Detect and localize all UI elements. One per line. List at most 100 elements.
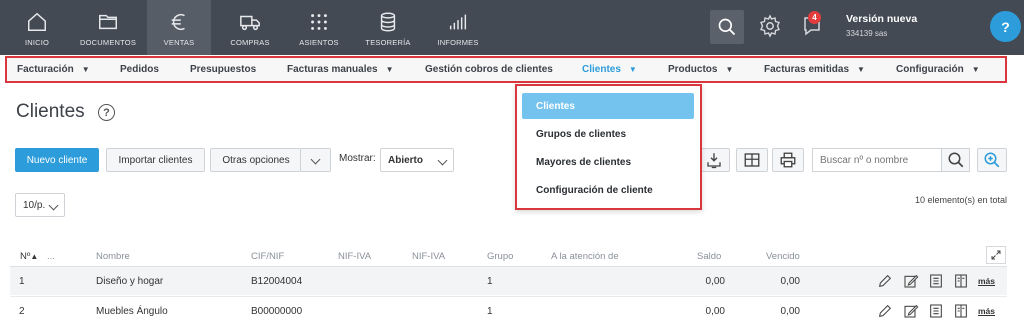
- cell-no: 2: [19, 306, 25, 317]
- topnav-label: TESORERÍA: [365, 38, 411, 47]
- topnav-documentos[interactable]: DOCUMENTOS: [73, 0, 143, 55]
- folder-icon: [99, 14, 117, 30]
- table-row[interactable]: 2 Muebles Ángulo B00000000 1 0,00 0,00 m…: [10, 296, 1007, 324]
- col-header-grupo[interactable]: Grupo: [487, 251, 513, 262]
- ledger-icon[interactable]: [953, 303, 969, 319]
- subnav-label: Configuración: [896, 64, 964, 75]
- grid-dots-icon: [311, 14, 327, 30]
- subnav-facturas-manuales[interactable]: Facturas manuales ▼: [287, 58, 394, 81]
- menu-item-clientes[interactable]: Clientes: [522, 93, 694, 119]
- coins-stack-icon: [380, 12, 396, 32]
- col-header-vencido[interactable]: Vencido: [766, 251, 800, 262]
- table-row[interactable]: 1 Diseño y hogar B12004004 1 0,00 0,00 m…: [10, 267, 1007, 295]
- cell-nombre: Muebles Ángulo: [96, 306, 168, 317]
- subnav-label: Productos: [668, 64, 718, 75]
- clientes-dropdown-menu: Clientes Grupos de clientes Mayores de c…: [515, 84, 702, 210]
- document-list-icon[interactable]: [928, 303, 944, 319]
- col-header-atencion[interactable]: A la atención de: [551, 251, 619, 262]
- subnav-presupuestos[interactable]: Presupuestos: [190, 58, 256, 81]
- topnav-ventas[interactable]: VENTAS: [147, 0, 211, 55]
- col-header-nombre[interactable]: Nombre: [96, 251, 130, 262]
- subnav-label: Presupuestos: [190, 64, 257, 75]
- subnav-label: Facturas emitidas: [764, 64, 850, 75]
- chevron-down-icon: [310, 154, 321, 165]
- edit-pencil-icon[interactable]: [877, 273, 893, 289]
- truck-icon: [240, 15, 260, 31]
- col-header-cif[interactable]: CIF/NIF: [251, 251, 284, 262]
- col-header-no[interactable]: Nº▲: [20, 251, 38, 262]
- topnav-label: INFORMES: [437, 38, 479, 47]
- subnav-productos[interactable]: Productos ▼: [668, 58, 733, 81]
- client-search-button[interactable]: [941, 148, 970, 172]
- col-header-dots: ...: [47, 251, 55, 262]
- subnav-label: Pedidos: [120, 64, 159, 75]
- caret-down-icon: ▼: [857, 65, 865, 74]
- col-header-saldo[interactable]: Saldo: [697, 251, 721, 262]
- subnav-label: Gestión cobros de clientes: [425, 64, 553, 75]
- subnav-configuracion[interactable]: Configuración ▼: [896, 58, 980, 81]
- export-download-icon: [707, 153, 721, 169]
- import-clients-button[interactable]: Importar clientes: [106, 148, 205, 172]
- notification-badge: 4: [808, 11, 821, 24]
- other-options-button[interactable]: Otras opciones: [210, 148, 301, 172]
- cell-nombre: Diseño y hogar: [96, 276, 164, 287]
- gear-icon[interactable]: [758, 14, 782, 38]
- client-search-input[interactable]: [812, 148, 942, 172]
- menu-item-configuracion-cliente[interactable]: Configuración de cliente: [522, 177, 694, 203]
- page-title: Clientes: [16, 101, 85, 122]
- zoom-in-icon: [984, 152, 1000, 168]
- cell-grupo: 1: [487, 276, 493, 287]
- edit-pencil-icon[interactable]: [877, 303, 893, 319]
- per-page-select[interactable]: 10/p.: [15, 193, 65, 217]
- topnav-informes[interactable]: INFORMES: [433, 0, 483, 55]
- help-question-icon[interactable]: ?: [98, 104, 115, 121]
- print-icon: [780, 152, 796, 168]
- ledger-icon[interactable]: [953, 273, 969, 289]
- subnav-gestion-cobros[interactable]: Gestión cobros de clientes: [425, 58, 553, 81]
- advanced-search-button[interactable]: [977, 148, 1007, 172]
- topnav-inicio[interactable]: INICIO: [14, 0, 60, 55]
- expand-table-button[interactable]: [986, 246, 1006, 264]
- topnav-asientos[interactable]: ASIENTOS: [293, 0, 345, 55]
- cell-saldo: 0,00: [705, 276, 725, 287]
- more-link[interactable]: más: [978, 276, 995, 286]
- export-button[interactable]: [698, 148, 730, 172]
- col-header-nifiva-2[interactable]: NIF-IVA: [412, 251, 445, 262]
- subnav-label: Facturas manuales: [287, 64, 378, 75]
- version-link[interactable]: Versión nueva: [846, 13, 917, 25]
- other-options-toggle[interactable]: [300, 148, 331, 172]
- topnav-label: ASIENTOS: [299, 38, 339, 47]
- menu-item-grupos-clientes[interactable]: Grupos de clientes: [522, 121, 694, 147]
- edit-document-icon[interactable]: [903, 273, 919, 289]
- caret-down-icon: ▼: [628, 65, 637, 74]
- chevron-down-icon: [48, 200, 59, 211]
- company-id: 334139 sas: [846, 29, 888, 38]
- new-client-button[interactable]: Nuevo cliente: [15, 148, 99, 172]
- show-filter-select[interactable]: Abierto: [380, 148, 454, 172]
- subnav-pedidos[interactable]: Pedidos: [120, 58, 159, 81]
- global-search-button[interactable]: [710, 10, 744, 44]
- col-header-nifiva[interactable]: NIF-IVA: [338, 251, 371, 262]
- bar-chart-icon: [449, 14, 467, 30]
- edit-document-icon[interactable]: [903, 303, 919, 319]
- more-link[interactable]: más: [978, 306, 995, 316]
- print-button[interactable]: [772, 148, 804, 172]
- subnav-clientes[interactable]: Clientes ▼: [582, 58, 637, 81]
- columns-button[interactable]: [736, 148, 768, 172]
- subnav-facturacion[interactable]: Facturación ▼: [17, 58, 90, 81]
- topnav-tesoreria[interactable]: TESORERÍA: [362, 0, 414, 55]
- home-icon: [28, 12, 46, 31]
- caret-down-icon: ▼: [81, 65, 90, 74]
- subnav-facturas-emitidas[interactable]: Facturas emitidas ▼: [764, 58, 865, 81]
- chevron-down-icon: [437, 155, 448, 166]
- help-button[interactable]: ?: [990, 11, 1021, 42]
- cell-vencido: 0,00: [780, 276, 800, 287]
- caret-down-icon: ▼: [971, 65, 980, 74]
- search-icon: [948, 152, 963, 168]
- show-label: Mostrar:: [339, 153, 376, 164]
- topnav-compras[interactable]: COMPRAS: [222, 0, 278, 55]
- cell-saldo: 0,00: [705, 306, 725, 317]
- menu-item-mayores-clientes[interactable]: Mayores de clientes: [522, 149, 694, 175]
- document-list-icon[interactable]: [928, 273, 944, 289]
- show-filter-value: Abierto: [388, 154, 423, 166]
